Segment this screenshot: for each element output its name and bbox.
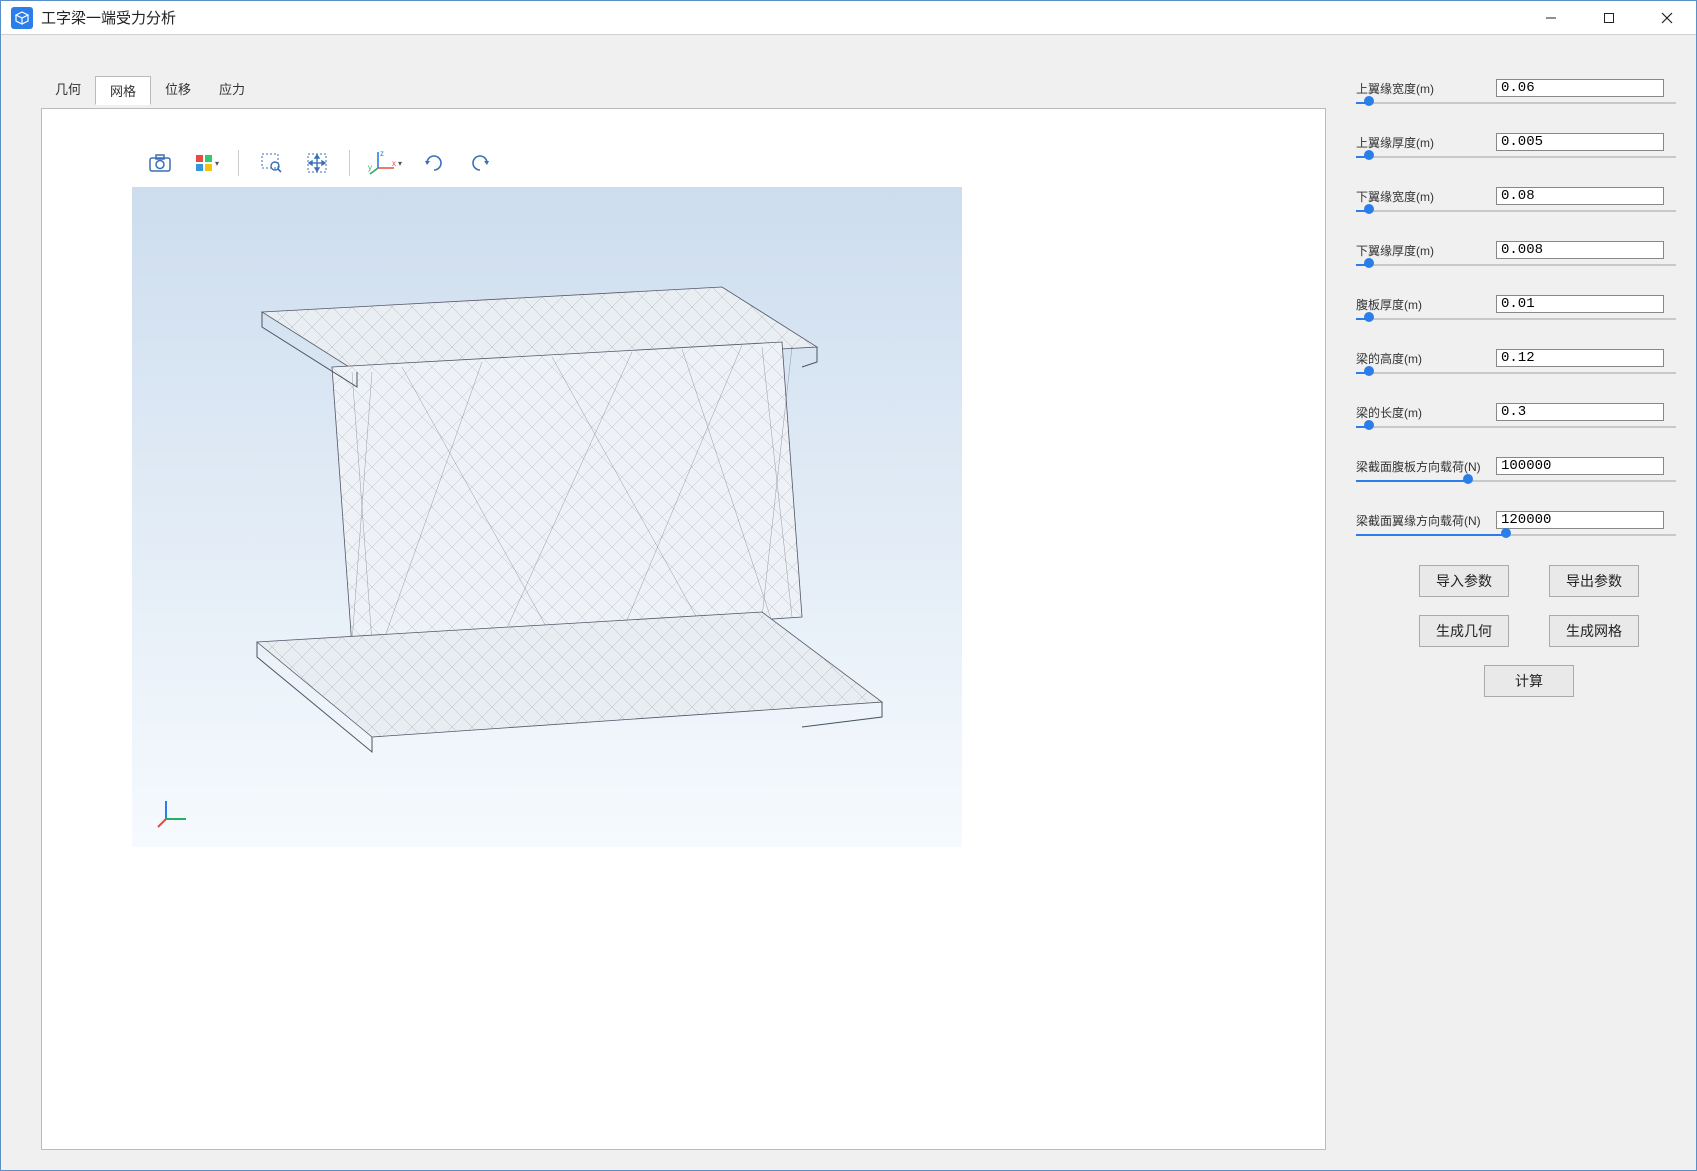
param-bot_flange_width: 下翼缘宽度(m)	[1356, 187, 1676, 215]
param-input-bot_flange_thick[interactable]	[1496, 241, 1664, 259]
maximize-button[interactable]	[1580, 1, 1638, 35]
param-web_thick: 腹板厚度(m)	[1356, 295, 1676, 323]
param-slider-bot_flange_width[interactable]	[1356, 207, 1676, 215]
param-bot_flange_thick: 下翼缘厚度(m)	[1356, 241, 1676, 269]
param-label: 下翼缘宽度(m)	[1356, 188, 1486, 205]
param-top_flange_width: 上翼缘宽度(m)	[1356, 79, 1676, 107]
param-input-beam_length[interactable]	[1496, 403, 1664, 421]
param-label: 梁的高度(m)	[1356, 350, 1486, 367]
param-label: 上翼缘厚度(m)	[1356, 134, 1486, 151]
window-title: 工字梁一端受力分析	[41, 7, 176, 28]
viewer-toolbar: ▾ zxy▾	[132, 139, 962, 187]
parameter-panel: 上翼缘宽度(m) 上翼缘厚度(m) 下翼缘宽度(m) 下翼缘厚度(m) 腹板厚度(m) 梁…	[1326, 75, 1676, 1150]
tab-disp[interactable]: 位移	[151, 75, 205, 104]
tab-stress[interactable]: 应力	[205, 75, 259, 104]
param-beam_height: 梁的高度(m)	[1356, 349, 1676, 377]
param-label: 上翼缘宽度(m)	[1356, 80, 1486, 97]
param-slider-load_flange_dir[interactable]	[1356, 531, 1676, 539]
param-label: 下翼缘厚度(m)	[1356, 242, 1486, 259]
titlebar: 工字梁一端受力分析	[1, 1, 1696, 35]
camera-icon[interactable]	[146, 149, 174, 177]
param-input-load_flange_dir[interactable]	[1496, 511, 1664, 529]
rotate-ccw-icon[interactable]	[466, 149, 494, 177]
param-slider-bot_flange_thick[interactable]	[1356, 261, 1676, 269]
viewer-panel: ▾ zxy▾	[41, 108, 1326, 1150]
layers-icon[interactable]: ▾	[192, 149, 220, 177]
param-load_web_dir: 梁截面腹板方向载荷(N)	[1356, 457, 1676, 485]
generate-mesh-button[interactable]: 生成网格	[1549, 615, 1639, 647]
param-input-web_thick[interactable]	[1496, 295, 1664, 313]
param-top_flange_thick: 上翼缘厚度(m)	[1356, 133, 1676, 161]
axis-icon[interactable]: zxy▾	[368, 149, 402, 177]
svg-text:x: x	[392, 159, 396, 168]
svg-text:z: z	[380, 150, 384, 158]
param-input-top_flange_thick[interactable]	[1496, 133, 1664, 151]
param-label: 腹板厚度(m)	[1356, 296, 1486, 313]
param-input-top_flange_width[interactable]	[1496, 79, 1664, 97]
export-params-button[interactable]: 导出参数	[1549, 565, 1639, 597]
zoom-rect-icon[interactable]	[257, 149, 285, 177]
svg-text:y: y	[368, 163, 372, 172]
param-slider-load_web_dir[interactable]	[1356, 477, 1676, 485]
param-label: 梁截面腹板方向载荷(N)	[1356, 458, 1486, 475]
param-label: 梁的长度(m)	[1356, 404, 1486, 421]
param-slider-beam_height[interactable]	[1356, 369, 1676, 377]
param-label: 梁截面翼缘方向载荷(N)	[1356, 512, 1486, 529]
tab-bar: 几何 网格 位移 应力	[41, 75, 1326, 104]
param-load_flange_dir: 梁截面翼缘方向载荷(N)	[1356, 511, 1676, 539]
compute-button[interactable]: 计算	[1484, 665, 1574, 697]
minimize-button[interactable]	[1522, 1, 1580, 35]
coord-gizmo-icon	[156, 795, 190, 829]
tab-geom[interactable]: 几何	[41, 75, 95, 104]
param-input-bot_flange_width[interactable]	[1496, 187, 1664, 205]
tab-mesh[interactable]: 网格	[95, 76, 151, 105]
close-button[interactable]	[1638, 1, 1696, 35]
param-slider-beam_length[interactable]	[1356, 423, 1676, 431]
param-slider-top_flange_thick[interactable]	[1356, 153, 1676, 161]
mesh-rendering	[132, 187, 962, 847]
param-input-load_web_dir[interactable]	[1496, 457, 1664, 475]
param-beam_length: 梁的长度(m)	[1356, 403, 1676, 431]
import-params-button[interactable]: 导入参数	[1419, 565, 1509, 597]
param-slider-web_thick[interactable]	[1356, 315, 1676, 323]
app-icon	[11, 7, 33, 29]
pan-icon[interactable]	[303, 149, 331, 177]
viewport-3d[interactable]	[132, 187, 962, 847]
param-slider-top_flange_width[interactable]	[1356, 99, 1676, 107]
rotate-cw-icon[interactable]	[420, 149, 448, 177]
param-input-beam_height[interactable]	[1496, 349, 1664, 367]
generate-geometry-button[interactable]: 生成几何	[1419, 615, 1509, 647]
